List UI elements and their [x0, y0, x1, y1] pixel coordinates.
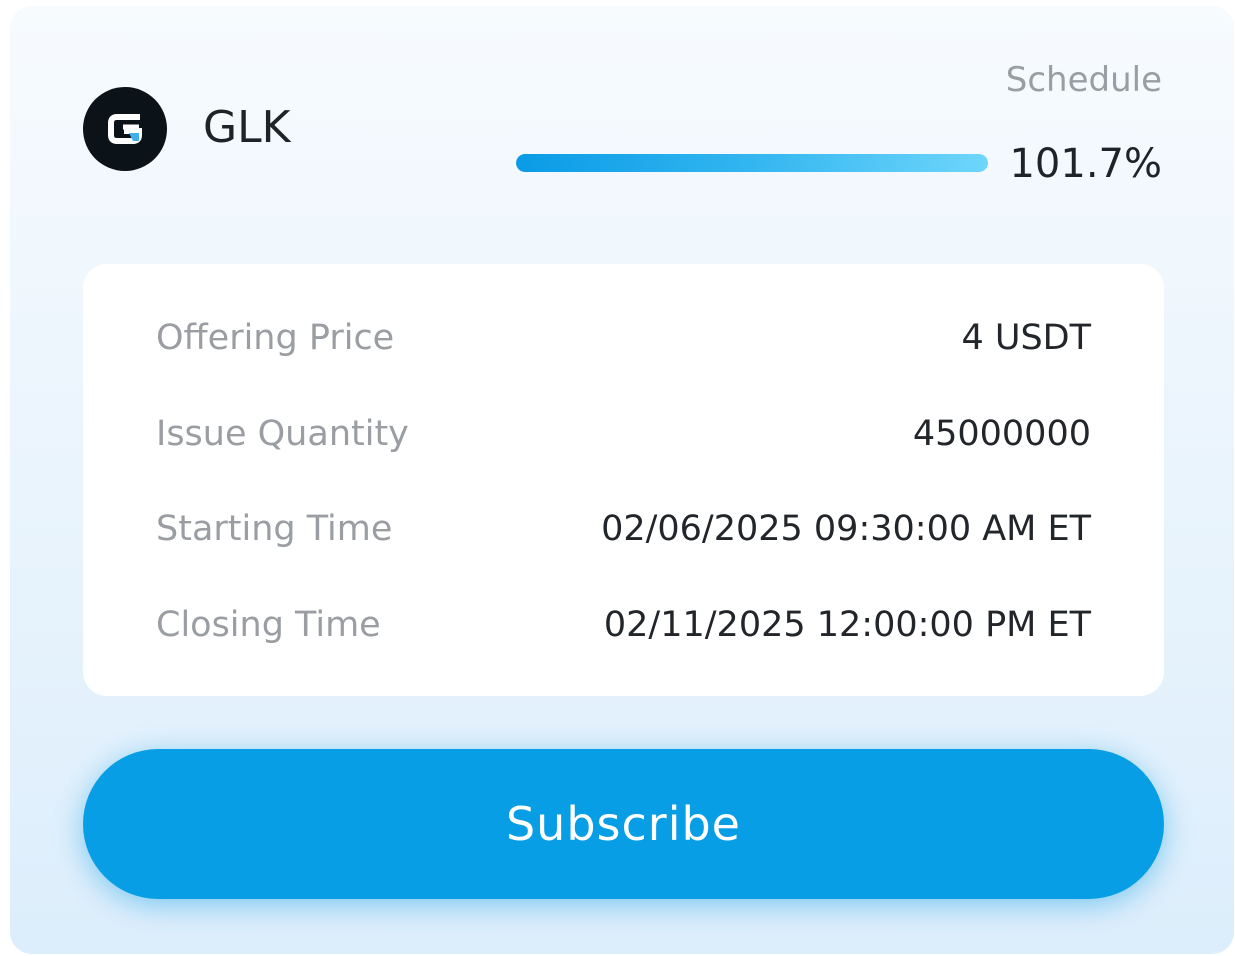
detail-row-issue-quantity: Issue Quantity 45000000 — [156, 410, 1091, 458]
schedule-label: Schedule — [1005, 60, 1162, 100]
glk-logo-icon — [83, 87, 167, 171]
detail-label: Issue Quantity — [156, 414, 409, 454]
detail-row-offering-price: Offering Price 4 USDT — [156, 314, 1091, 362]
offering-details-panel: Offering Price 4 USDT Issue Quantity 450… — [83, 264, 1164, 696]
schedule-progress-value: 101.7% — [1009, 141, 1162, 187]
ipo-card: GLK Schedule 101.7% Offering Price 4 USD… — [10, 6, 1234, 954]
detail-value: 45000000 — [912, 414, 1091, 454]
token-name: GLK — [203, 102, 291, 153]
detail-value: 4 USDT — [961, 318, 1091, 358]
detail-label: Offering Price — [156, 318, 395, 358]
subscribe-button-label: Subscribe — [505, 797, 741, 851]
schedule-progress-fill — [516, 154, 988, 172]
subscribe-button[interactable]: Subscribe — [83, 749, 1164, 899]
detail-row-closing-time: Closing Time 02/11/2025 12:00:00 PM ET — [156, 601, 1091, 649]
detail-value: 02/06/2025 09:30:00 AM ET — [601, 509, 1091, 549]
detail-value: 02/11/2025 12:00:00 PM ET — [603, 605, 1091, 645]
detail-row-starting-time: Starting Time 02/06/2025 09:30:00 AM ET — [156, 505, 1091, 553]
schedule-progress-bar — [516, 154, 988, 172]
detail-label: Closing Time — [156, 605, 381, 645]
detail-label: Starting Time — [156, 509, 393, 549]
